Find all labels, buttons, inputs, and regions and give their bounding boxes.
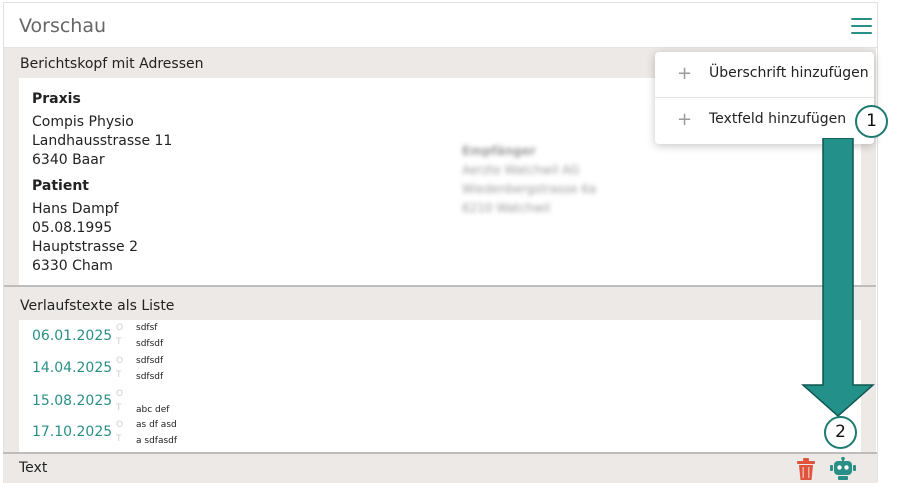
praxis-heading: Praxis (32, 91, 81, 107)
praxis-line: Compis Physio (32, 114, 134, 130)
preview-header: Vorschau (4, 3, 877, 48)
t-marker: T (116, 403, 122, 413)
plus-icon: + (677, 63, 693, 84)
add-menu-dropdown: + Überschrift hinzufügen + Textfeld hinz… (655, 52, 874, 144)
history-text: as df asd (136, 420, 177, 430)
praxis-line: Landhausstrasse 11 (32, 133, 173, 149)
menu-item-label: Textfeld hinzufügen (709, 111, 847, 127)
patient-line: Hans Dampf (32, 201, 119, 217)
recipient-line: Aerzte Watchwil AG (462, 163, 580, 177)
history-date[interactable]: 15.08.2025 (32, 393, 112, 409)
plus-icon: + (677, 109, 693, 130)
section-header-history: Verlaufstexte als Liste (4, 290, 876, 320)
history-text: sdfsf (136, 323, 158, 333)
praxis-block: Praxis Compis Physio Landhausstrasse 11 … (32, 90, 172, 170)
history-date[interactable]: 14.04.2025 (32, 360, 112, 376)
history-text: sdfsdf (136, 356, 164, 366)
praxis-line: 6340 Baar (32, 152, 105, 168)
history-text: sdfsdf (136, 339, 164, 349)
history-row: 14.04.2025 O T sdfsdf sdfsdf (19, 353, 861, 385)
menu-item-label: Überschrift hinzufügen (709, 65, 869, 81)
hamburger-menu-icon[interactable] (851, 18, 872, 34)
patient-block: Patient Hans Dampf 05.08.1995 Hauptstras… (32, 177, 138, 276)
callout-badge-1: 1 (855, 105, 888, 138)
patient-line: Hauptstrasse 2 (32, 239, 139, 255)
history-text: abc def (136, 405, 170, 415)
trash-icon[interactable] (795, 457, 817, 481)
history-date[interactable]: 17.10.2025 (32, 424, 112, 440)
history-card: 06.01.2025 O T sdfsf sdfsdf 14.04.2025 O… (19, 320, 861, 455)
section-title: Verlaufstexte als Liste (20, 298, 175, 314)
section-title: Berichtskopf mit Adressen (20, 56, 204, 72)
recipient-line: 6210 Watchwil (462, 201, 551, 215)
annotation-arrow (801, 138, 875, 418)
menu-item-add-textfield[interactable]: + Textfeld hinzufügen (655, 98, 874, 143)
t-marker: T (116, 337, 122, 347)
patient-line: 05.08.1995 (32, 220, 113, 236)
patient-heading: Patient (32, 178, 89, 194)
history-row: 15.08.2025 O T abc def (19, 386, 861, 418)
callout-badge-2: 2 (824, 416, 857, 449)
o-marker: O (116, 389, 124, 399)
o-marker: O (116, 323, 124, 333)
history-text: a sdfasdf (136, 436, 178, 446)
recipient-block-blurred: Empfänger Aerzte Watchwil AG Wiedenbergs… (462, 142, 596, 218)
t-marker: T (116, 434, 122, 444)
menu-item-add-heading[interactable]: + Überschrift hinzufügen (655, 52, 874, 97)
recipient-line: Wiedenbergstrasse 6a (462, 182, 597, 196)
recipient-heading: Empfänger (462, 144, 536, 158)
o-marker: O (116, 420, 124, 430)
history-text: sdfsdf (136, 372, 164, 382)
patient-line: 6330 Cham (32, 258, 113, 274)
page-title: Vorschau (19, 15, 107, 37)
t-marker: T (116, 370, 122, 380)
history-row: 17.10.2025 O T as df asd a sdfasdf (19, 417, 861, 449)
section-divider (4, 285, 876, 287)
o-marker: O (116, 356, 124, 366)
robot-icon[interactable] (830, 457, 856, 481)
history-row: 06.01.2025 O T sdfsf sdfsdf (19, 320, 861, 352)
section-title: Text (19, 460, 48, 476)
history-date[interactable]: 06.01.2025 (32, 328, 112, 344)
section-header-text: Text (3, 452, 877, 483)
